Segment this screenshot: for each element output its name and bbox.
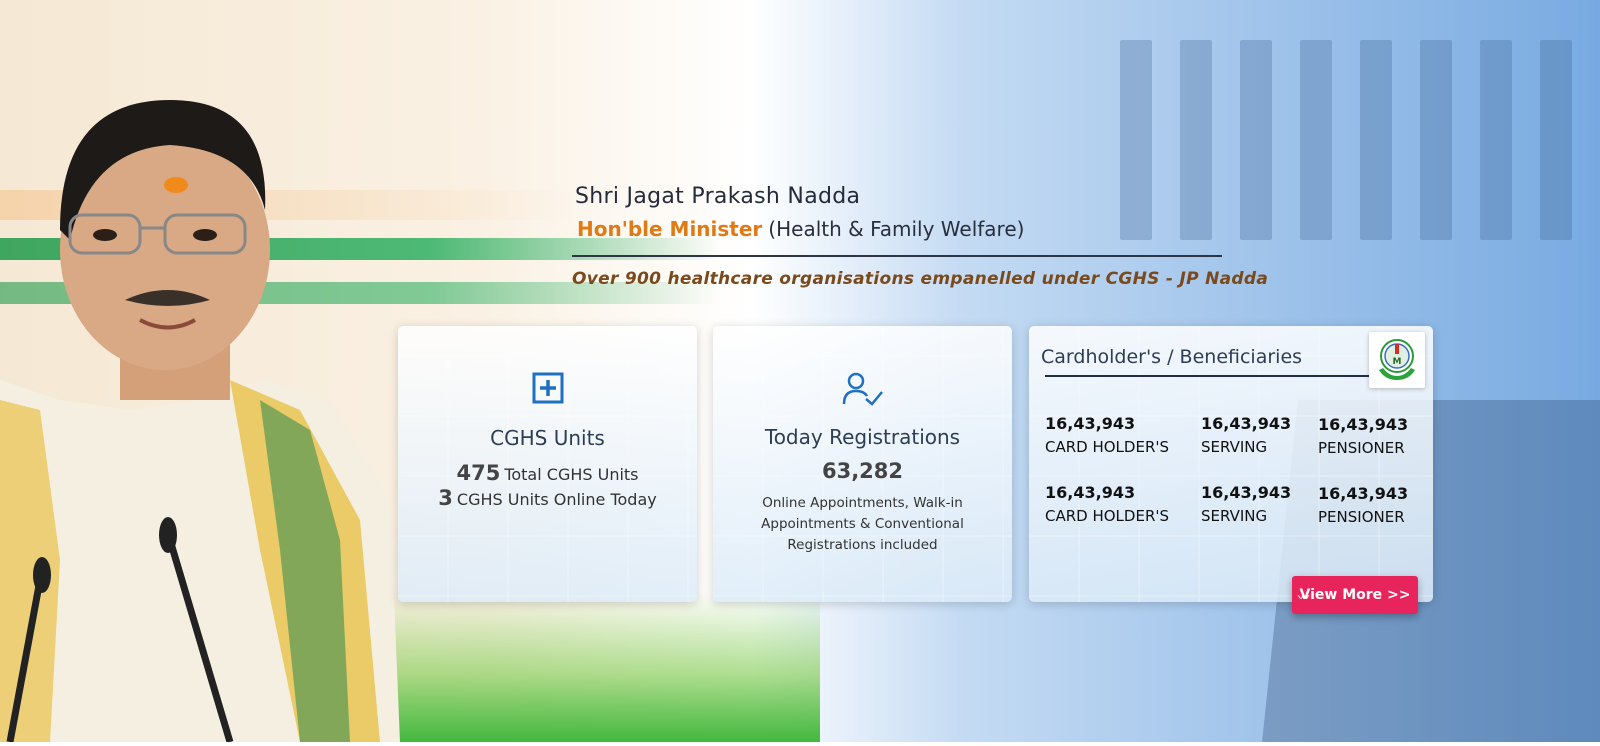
minister-portrait <box>0 80 400 743</box>
stat-serving-1: 16,43,943 SERVING <box>1201 414 1291 456</box>
total-units-label: Total CGHS Units <box>504 465 639 484</box>
registrations-title: Today Registrations <box>764 425 961 449</box>
beneficiaries-title: Cardholder's / Beneficiaries <box>1041 346 1303 368</box>
stat-pensioner-1: 16,43,943 PENSIONER <box>1318 415 1408 457</box>
beneficiaries-underline <box>1045 375 1369 377</box>
online-units-line: 3 CGHS Units Online Today <box>398 486 697 510</box>
minister-title: Hon'ble Minister (Health & Family Welfare… <box>577 217 1024 241</box>
stat-value: 16,43,943 <box>1201 483 1292 502</box>
stat-label: PENSIONER <box>1318 508 1405 526</box>
cghs-units-card: CGHS Units 475 Total CGHS Units 3 CGHS Uni… <box>398 326 697 602</box>
stat-serving-2: 16,43,943 SERVING <box>1201 483 1291 525</box>
registrations-card: Today Registrations 63,282 Online Appoin… <box>713 326 1012 602</box>
user-check-icon <box>713 372 1012 410</box>
cghs-units-title: CGHS Units <box>490 426 605 450</box>
header-divider <box>572 255 1222 257</box>
stat-value: 16,43,943 <box>1045 414 1136 433</box>
stat-label: CARD HOLDER'S <box>1045 507 1170 525</box>
registrations-count: 63,282 <box>821 459 904 483</box>
online-units-label: CGHS Units Online Today <box>456 490 657 509</box>
minister-name: Shri Jagat Prakash Nadda <box>575 184 861 209</box>
view-more-label: View More >> <box>1299 587 1411 603</box>
beneficiaries-card: Cardholder's / Beneficiaries M 16,43,943… <box>1029 326 1433 602</box>
registrations-note: Online Appointments, Walk-in Appointment… <box>761 495 964 553</box>
stat-value: 16,43,943 <box>1318 415 1409 434</box>
stat-value: 16,43,943 <box>1045 483 1136 502</box>
plus-square-icon <box>398 372 697 408</box>
view-more-button[interactable]: 〰 View More >> <box>1292 576 1418 614</box>
minister-title-prefix: Hon'ble Minister <box>577 217 763 241</box>
online-units-count: 3 <box>438 486 453 510</box>
total-units-line: 475 Total CGHS Units <box>398 461 697 485</box>
wave-icon: 〰 <box>1298 591 1309 604</box>
stat-label: PENSIONER <box>1318 439 1405 457</box>
stat-value: 16,43,943 <box>1201 414 1292 433</box>
stat-label: SERVING <box>1201 507 1268 525</box>
news-quote[interactable]: Over 900 healthcare organisations empane… <box>572 269 1268 289</box>
stat-value: 16,43,943 <box>1318 484 1409 503</box>
minister-title-suffix: (Health & Family Welfare) <box>768 217 1025 241</box>
cghs-logo-icon: M <box>1369 332 1425 388</box>
stat-pensioner-2: 16,43,943 PENSIONER <box>1318 484 1408 526</box>
stat-label: CARD HOLDER'S <box>1045 438 1170 456</box>
stat-label: SERVING <box>1201 438 1268 456</box>
stat-card-holders-2: 16,43,943 CARD HOLDER'S <box>1045 483 1169 525</box>
svg-text:M: M <box>1393 357 1402 367</box>
total-units-count: 475 <box>456 461 501 485</box>
stat-card-holders-1: 16,43,943 CARD HOLDER'S <box>1045 414 1169 456</box>
